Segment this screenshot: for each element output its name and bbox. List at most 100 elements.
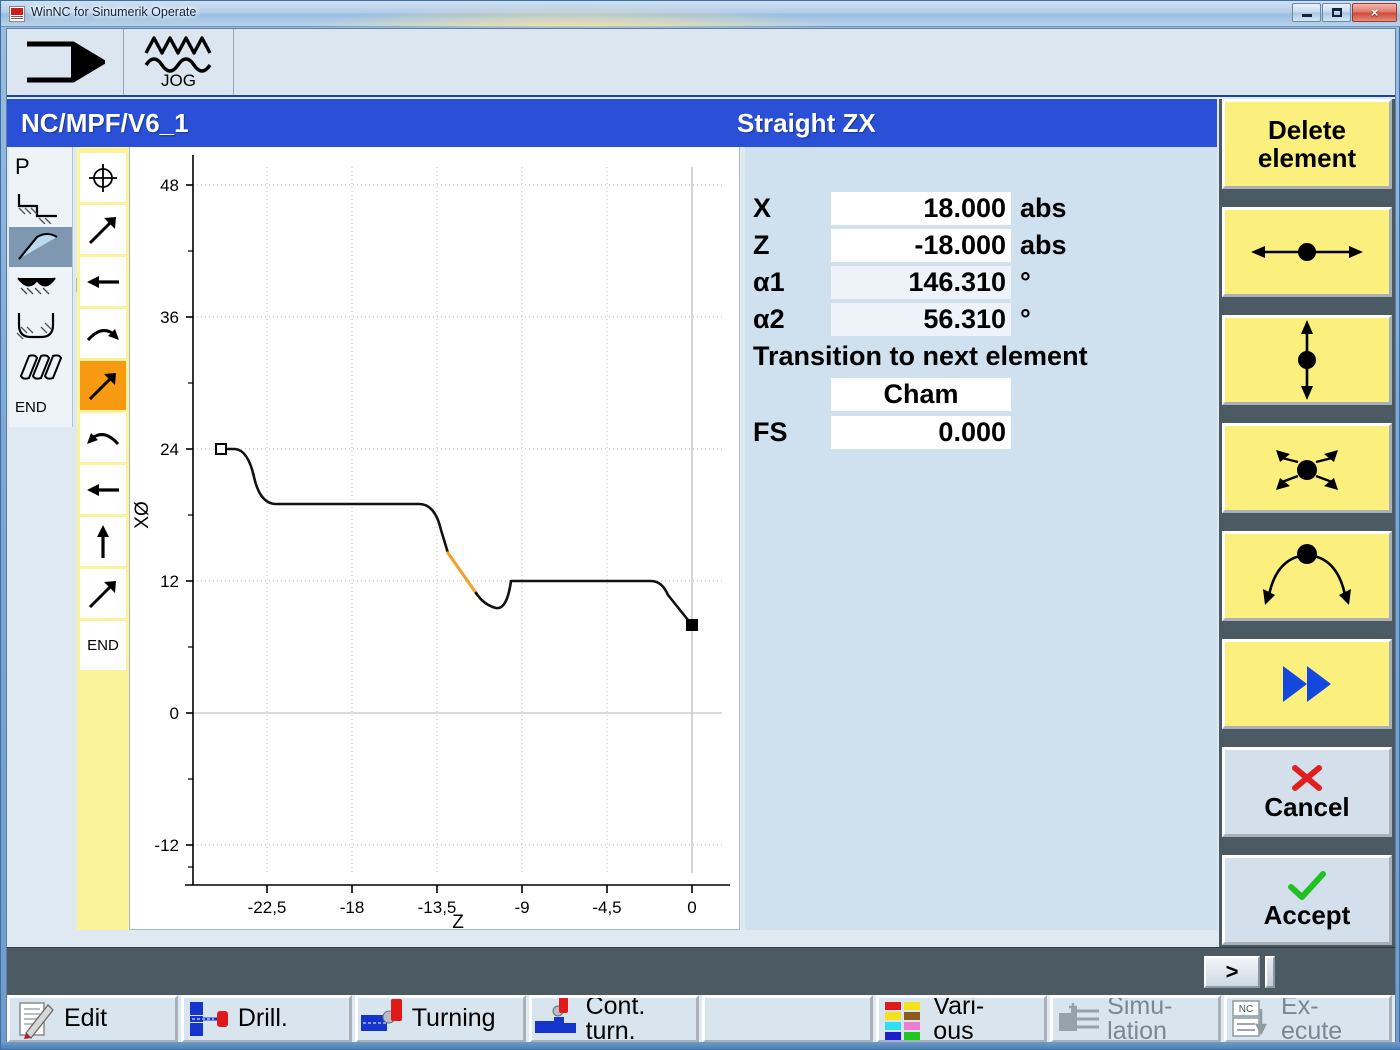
operating-mode-cell[interactable]: JOG <box>124 29 234 95</box>
accept-key[interactable]: Accept <box>1222 855 1392 945</box>
empty-key[interactable] <box>702 995 874 1043</box>
machine-arrow-icon <box>27 41 105 83</box>
sidebar-item-undercut[interactable] <box>9 267 91 307</box>
simulation-key[interactable]: Simu-lation <box>1050 995 1222 1043</box>
application-window: WinNC for Sinumerik Operate × JOG NC/MPF… <box>0 0 1400 1050</box>
contour-step-start-point[interactable] <box>80 153 126 202</box>
mode-label: JOG <box>161 71 196 90</box>
sidebar-item-groove[interactable] <box>9 307 72 347</box>
param-value-z[interactable]: -18.000 <box>831 228 1011 262</box>
color-grid-icon <box>879 998 931 1040</box>
groove-icon <box>16 313 55 340</box>
red-x-icon <box>1291 764 1322 791</box>
arrow-left-icon <box>87 275 119 288</box>
param-label-alpha1: α1 <box>753 266 785 297</box>
svg-text:-18: -18 <box>340 898 365 917</box>
maximize-icon <box>1331 8 1342 17</box>
accept-label: Accept <box>1263 899 1351 930</box>
svg-text:24: 24 <box>160 440 179 459</box>
contour-step-arc-ccw[interactable] <box>80 413 126 462</box>
turning-key[interactable]: Turning <box>354 995 526 1043</box>
cont-turn-label: Cont. turn. <box>585 995 646 1043</box>
all-solutions-key[interactable] <box>1222 531 1392 621</box>
contour-step-straight-left-2[interactable] <box>80 465 126 514</box>
contour-step-straight-diagonal-selected[interactable] <box>80 361 126 410</box>
turning-label: Turning <box>411 1004 496 1033</box>
svg-text:-22,5: -22,5 <box>248 898 287 917</box>
simulation-icon <box>1053 998 1105 1040</box>
contour-step-straight-up-right[interactable] <box>80 205 126 254</box>
end-marker <box>686 619 698 631</box>
various-key[interactable]: Vari-ous <box>876 995 1048 1043</box>
start-marker <box>215 443 227 455</box>
execute-key[interactable]: NC Ex-ecute <box>1224 995 1392 1043</box>
straight-step-icon <box>17 194 57 224</box>
edit-label: Edit <box>64 1004 108 1033</box>
horizontal-double-arrow-dot-icon <box>1251 243 1363 261</box>
sidebar-item-end[interactable]: END <box>9 387 72 427</box>
status-bar: > <box>7 947 1395 995</box>
contour-step-straight-left[interactable] <box>80 257 126 306</box>
arrow-up-right-icon <box>88 580 116 608</box>
param-label-alpha2: α2 <box>753 303 785 334</box>
sidebar-item-pole[interactable]: P <box>9 147 72 187</box>
contour-step-arc-cw[interactable] <box>80 309 126 358</box>
titlebar-glow <box>261 1 881 27</box>
param-value-x[interactable]: 18.000 <box>831 191 1011 225</box>
param-value-alpha1[interactable]: 146.310 <box>831 265 1011 299</box>
window-titlebar: WinNC for Sinumerik Operate × <box>1 1 1400 27</box>
cancel-label: Cancel <box>1264 791 1350 822</box>
contour-preview-chart[interactable]: 48 36 24 12 0 -12 -22,5 -18 -13,5 -9 -4,… <box>129 147 740 930</box>
svg-text:36: 36 <box>160 308 179 327</box>
fast-forward-icon <box>1283 666 1331 702</box>
arc-ccw-icon <box>87 432 120 445</box>
arc-cw-icon <box>86 328 119 341</box>
edit-key[interactable]: Edit <box>7 995 178 1043</box>
vertical-double-arrow-dot-icon <box>1298 320 1316 400</box>
sidebar-item-taper[interactable] <box>9 227 92 267</box>
minimize-button[interactable] <box>1292 3 1321 22</box>
param-value-transition[interactable]: Cham <box>831 377 1011 411</box>
param-row-z: Z -18.000 abs <box>753 228 1067 262</box>
arc-spread-dot-icon <box>1263 544 1351 605</box>
cont-turn-icon <box>532 998 584 1040</box>
accept-dialog-key[interactable] <box>1222 639 1392 729</box>
close-button[interactable]: × <box>1352 3 1397 22</box>
dialog-select-horizontal-key[interactable] <box>1222 207 1392 297</box>
contour-step-end[interactable]: END <box>80 621 126 670</box>
sidebar-item-straight-step[interactable] <box>9 187 72 227</box>
maximize-button[interactable] <box>1322 3 1351 22</box>
svg-text:12: 12 <box>160 572 179 591</box>
param-label-x: X <box>753 192 772 223</box>
alternative-solution-key[interactable] <box>1222 423 1392 513</box>
next-softkey-page-button[interactable]: > <box>1204 956 1260 988</box>
svg-text:48: 48 <box>160 176 179 195</box>
param-unit-z: abs <box>1020 229 1067 260</box>
transition-section-title: Transition to next element <box>753 341 1088 371</box>
param-unit-alpha2: ° <box>1020 303 1031 334</box>
drill-key[interactable]: Drill. <box>180 995 352 1043</box>
thread-icon <box>19 354 63 380</box>
svg-text:Z: Z <box>452 912 464 928</box>
param-row-transition: Cham <box>753 377 1011 411</box>
window-controls: × <box>1292 3 1397 22</box>
app-icon <box>9 6 25 22</box>
param-value-alpha2[interactable]: 56.310 <box>831 302 1011 336</box>
crosshair-icon <box>89 163 117 192</box>
element-end-label: END <box>15 398 47 416</box>
nc-execute-icon: NC <box>1227 998 1279 1040</box>
contour-step-straight-diagonal-2[interactable] <box>80 569 126 618</box>
dialog-select-vertical-key[interactable] <box>1222 315 1392 405</box>
cont-turn-key[interactable]: Cont. turn. <box>528 995 700 1043</box>
delete-element-key[interactable]: Delete element <box>1222 99 1392 189</box>
param-value-fs[interactable]: 0.000 <box>831 415 1011 449</box>
channel-indicator-cell[interactable] <box>7 29 124 95</box>
element-type-label: P <box>15 154 30 179</box>
horizontal-softkey-bar: Edit Drill. Turning Cont. turn. Vari- ou… <box>7 995 1395 1043</box>
arrow-up-right-icon <box>88 372 116 400</box>
execute-label: Ex-ecute <box>1281 995 1343 1043</box>
sidebar-item-thread[interactable] <box>9 347 72 387</box>
param-unit-x: abs <box>1020 192 1067 223</box>
cancel-key[interactable]: Cancel <box>1222 747 1392 837</box>
contour-step-straight-up[interactable] <box>80 517 126 566</box>
